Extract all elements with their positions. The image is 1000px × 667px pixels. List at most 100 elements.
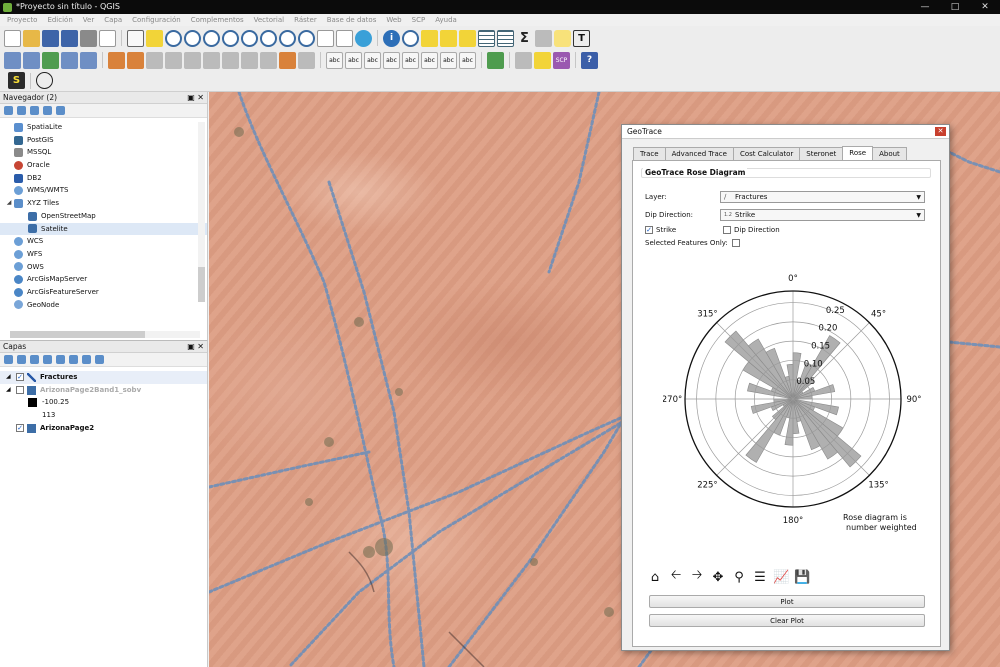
menu-raster[interactable]: Ráster xyxy=(289,14,322,26)
plugin-tool-icon[interactable] xyxy=(534,51,551,69)
tree-item-wms-wmts[interactable]: WMS/WMTS xyxy=(0,184,207,197)
layer-visibility-checkbox[interactable] xyxy=(16,386,24,395)
zoom-in-icon[interactable] xyxy=(165,29,182,47)
zoom-out-icon[interactable] xyxy=(184,29,201,47)
selected-features-checkbox[interactable] xyxy=(731,239,740,247)
open-styling-icon[interactable] xyxy=(4,355,13,364)
layer-visibility-checkbox[interactable] xyxy=(16,424,24,433)
manage-themes-icon[interactable] xyxy=(30,355,39,364)
dip-direction-checkbox-row[interactable]: Dip Direction xyxy=(723,226,780,234)
add-group-icon[interactable] xyxy=(17,355,26,364)
identify-icon[interactable]: i xyxy=(383,29,400,47)
tab-steronet[interactable]: Steronet xyxy=(799,147,844,160)
statistics-icon[interactable]: Σ xyxy=(516,30,533,47)
pan-icon[interactable] xyxy=(127,29,144,47)
temporal-icon[interactable] xyxy=(336,29,353,47)
back-arrow-icon[interactable]: 🡠 xyxy=(668,566,684,588)
save-edits-icon[interactable] xyxy=(146,51,163,69)
s-plugin-icon[interactable]: S xyxy=(8,72,25,89)
pin-labels-icon[interactable]: abc xyxy=(364,51,381,69)
zoom-native-icon[interactable] xyxy=(203,29,220,47)
close-window-button[interactable]: ✕ xyxy=(970,0,1000,14)
filter-browser-icon[interactable] xyxy=(30,106,39,115)
collapse-arrow-icon[interactable]: ◢ xyxy=(4,197,14,210)
toggle-editing-icon[interactable] xyxy=(127,51,144,69)
text-annotation-icon[interactable]: T xyxy=(573,29,590,47)
delete-selected-icon[interactable] xyxy=(203,51,220,69)
properties-icon[interactable] xyxy=(56,106,65,115)
tree-item-arcgis-featureserver[interactable]: ArcGisFeatureServer xyxy=(0,286,207,299)
tab-advanced-trace[interactable]: Advanced Trace xyxy=(664,147,734,160)
open-project-icon[interactable] xyxy=(23,29,40,47)
new-map-view-icon[interactable] xyxy=(317,29,334,47)
layer-row-arizonapage2[interactable]: ArizonaPage2 xyxy=(0,422,207,435)
current-edits-icon[interactable] xyxy=(108,51,125,69)
strike-checkbox-row[interactable]: Strike xyxy=(645,226,676,234)
new-project-icon[interactable] xyxy=(4,29,21,47)
select-by-value-icon[interactable] xyxy=(440,29,457,47)
add-vector-layer-icon[interactable] xyxy=(23,51,40,69)
deselect-icon[interactable] xyxy=(459,29,476,47)
tree-item-db2[interactable]: DB2 xyxy=(0,172,207,185)
tab-rose[interactable]: Rose xyxy=(842,146,874,160)
refresh-icon[interactable] xyxy=(355,29,372,47)
menu-scp[interactable]: SCP xyxy=(407,14,431,26)
tab-cost-calculator[interactable]: Cost Calculator xyxy=(732,147,801,160)
add-raster-layer-icon[interactable] xyxy=(61,51,78,69)
dialog-close-icon[interactable]: ✕ xyxy=(935,127,946,136)
tree-item-xyz-tiles[interactable]: ◢ XYZ Tiles xyxy=(0,197,207,210)
tree-item-satelite[interactable]: Satelite xyxy=(0,222,207,236)
scp-icon[interactable]: SCP xyxy=(553,51,570,69)
map-tips-icon[interactable] xyxy=(554,29,571,47)
menu-ver[interactable]: Ver xyxy=(78,14,99,26)
move-label-icon[interactable]: abc xyxy=(402,51,419,69)
tab-about[interactable]: About xyxy=(872,147,907,160)
plot-button[interactable]: Plot xyxy=(649,595,925,608)
clear-plot-button[interactable]: Clear Plot xyxy=(649,614,925,627)
zoom-layer-icon[interactable] xyxy=(260,29,277,47)
tree-item-wfs[interactable]: WFS xyxy=(0,248,207,261)
save-as-icon[interactable] xyxy=(61,29,78,47)
tree-item-oracle[interactable]: Oracle xyxy=(0,159,207,172)
print-layout-icon[interactable] xyxy=(80,29,97,47)
label-settings-icon[interactable]: abc xyxy=(345,51,362,69)
home-icon[interactable]: ⌂ xyxy=(647,570,663,585)
collapse-all-layers-icon[interactable] xyxy=(82,355,91,364)
new-shapefile-icon[interactable] xyxy=(80,51,97,69)
collapse-all-icon[interactable] xyxy=(43,106,52,115)
filter-expression-icon[interactable] xyxy=(56,355,65,364)
menu-edicion[interactable]: Edición xyxy=(42,14,77,26)
help-icon[interactable]: ? xyxy=(581,51,598,69)
navigator-vertical-scrollbar[interactable] xyxy=(198,122,205,302)
dip-direction-combobox[interactable]: 1.2 Strike ▼ xyxy=(720,209,925,221)
menu-proyecto[interactable]: Proyecto xyxy=(2,14,42,26)
selected-features-row[interactable]: Selected Features Only: xyxy=(645,239,743,247)
cut-features-icon[interactable] xyxy=(222,51,239,69)
filter-legend-icon[interactable] xyxy=(43,355,52,364)
pan-move-icon[interactable]: ✥ xyxy=(710,570,726,585)
layer-row-fractures[interactable]: ◢ Fractures xyxy=(0,371,207,384)
menu-capa[interactable]: Capa xyxy=(99,14,127,26)
measure-line-icon[interactable] xyxy=(535,29,552,47)
configure-subplots-icon[interactable]: ☰ xyxy=(752,570,768,585)
navigator-float-close-buttons[interactable]: ▣ ✕ xyxy=(187,92,204,104)
collapse-arrow-icon[interactable]: ◢ xyxy=(6,371,16,384)
measure-icon[interactable] xyxy=(402,29,419,47)
menu-complementos[interactable]: Complementos xyxy=(186,14,249,26)
tree-item-ows[interactable]: OWS xyxy=(0,261,207,274)
strike-checkbox[interactable] xyxy=(645,226,653,234)
paste-features-icon[interactable] xyxy=(260,51,277,69)
change-label-icon[interactable]: abc xyxy=(440,51,457,69)
copy-features-icon[interactable] xyxy=(241,51,258,69)
field-calculator-icon[interactable] xyxy=(497,29,514,47)
add-delimited-text-icon[interactable] xyxy=(42,51,59,69)
minimize-button[interactable]: — xyxy=(910,0,940,14)
layout-manager-icon[interactable] xyxy=(99,29,116,47)
tree-item-openstreetmap[interactable]: OpenStreetMap xyxy=(0,210,207,223)
expand-all-icon[interactable] xyxy=(69,355,78,364)
maximize-button[interactable]: □ xyxy=(940,0,970,14)
zoom-next-icon[interactable] xyxy=(298,29,315,47)
select-features-icon[interactable] xyxy=(421,29,438,47)
zoom-selection-icon[interactable] xyxy=(241,29,258,47)
zoom-last-icon[interactable] xyxy=(279,29,296,47)
